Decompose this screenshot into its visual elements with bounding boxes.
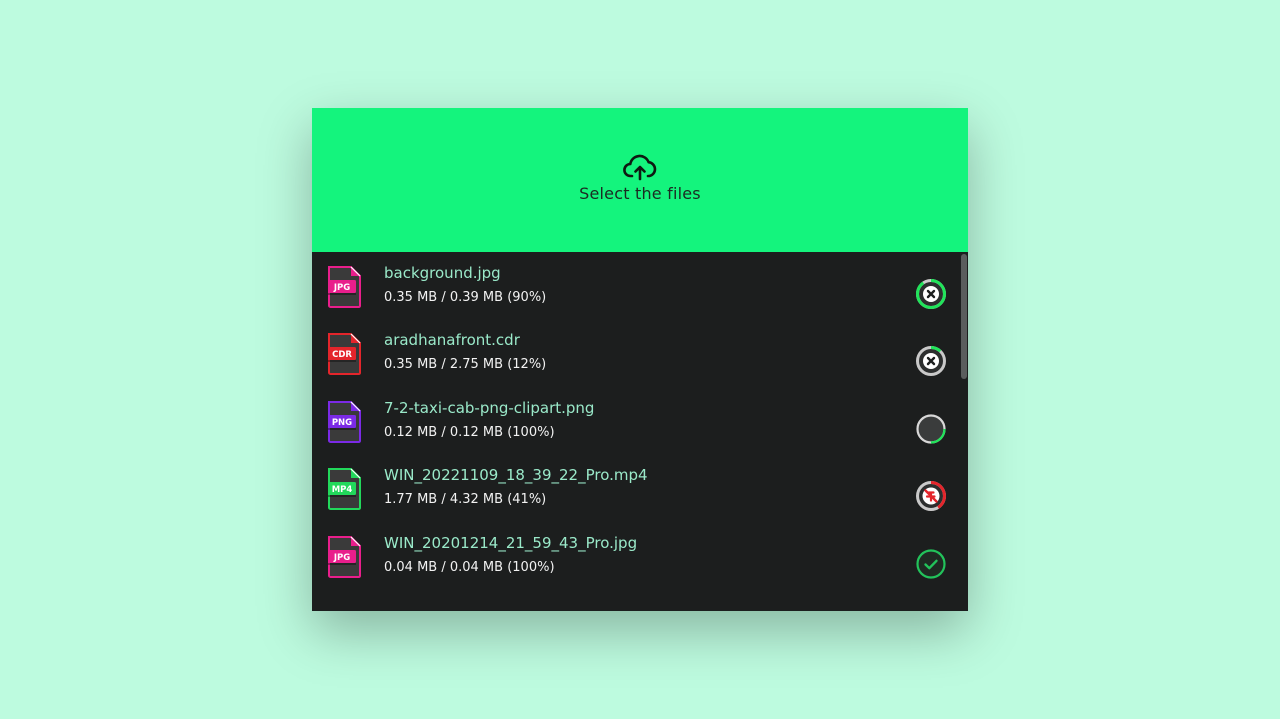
file-list: JPG background.jpg 0.35 MB / 0.39 MB (90%)… xyxy=(312,252,968,611)
scrollbar-thumb[interactable] xyxy=(961,254,967,379)
file-type-icon: JPG xyxy=(328,266,361,308)
file-type-label: MP4 xyxy=(332,485,353,495)
file-row: MP4 WIN_20221109_18_39_22_Pro.mp4 1.77 MB … xyxy=(312,454,962,522)
file-type-icon: JPG xyxy=(328,536,361,578)
file-row: PNG 7-2-taxi-cab-png-clipart.png 0.12 MB /… xyxy=(312,387,962,455)
cancel-icon[interactable] xyxy=(915,345,947,377)
file-name: aradhanafront.cdr xyxy=(384,331,520,349)
check-icon xyxy=(916,549,946,579)
file-row: JPG background.jpg 0.35 MB / 0.39 MB (90%) xyxy=(312,252,962,320)
file-size: 0.04 MB / 0.04 MB (100%) xyxy=(384,560,555,575)
file-type-label: JPG xyxy=(333,283,350,293)
file-type-label: JPG xyxy=(333,553,350,563)
file-name: 7-2-taxi-cab-png-clipart.png xyxy=(384,399,595,417)
file-name: background.jpg xyxy=(384,264,501,282)
file-name: WIN_20201214_21_59_43_Pro.jpg xyxy=(384,534,638,552)
dropzone-label: Select the files xyxy=(579,184,701,203)
file-type-label: PNG xyxy=(332,418,352,428)
processing-icon xyxy=(916,414,946,444)
file-size: 0.12 MB / 0.12 MB (100%) xyxy=(384,425,555,440)
file-type-icon: CDR xyxy=(328,333,361,375)
file-type-icon: MP4 xyxy=(328,468,361,510)
file-type-label: CDR xyxy=(332,350,352,360)
file-row: JPG WIN_20201214_21_59_43_Pro.jpg 0.04 MB … xyxy=(312,522,962,590)
file-type-icon: PNG xyxy=(328,401,361,443)
file-name: WIN_20221109_18_39_22_Pro.mp4 xyxy=(384,466,648,484)
cloud-upload-icon xyxy=(623,154,657,181)
cancel-icon[interactable] xyxy=(915,278,947,310)
file-size: 0.35 MB / 0.39 MB (90%) xyxy=(384,290,547,305)
file-size: 1.77 MB / 4.32 MB (41%) xyxy=(384,492,547,507)
upload-card: Select the files JPG background.jpg 0.35 M… xyxy=(312,108,968,611)
file-row: CDR aradhanafront.cdr 0.35 MB / 2.75 MB (1… xyxy=(312,319,962,387)
file-size: 0.35 MB / 2.75 MB (12%) xyxy=(384,357,547,372)
scrollbar[interactable] xyxy=(960,252,968,611)
file-dropzone[interactable]: Select the files xyxy=(312,108,968,252)
paused-error-icon[interactable] xyxy=(915,480,947,512)
